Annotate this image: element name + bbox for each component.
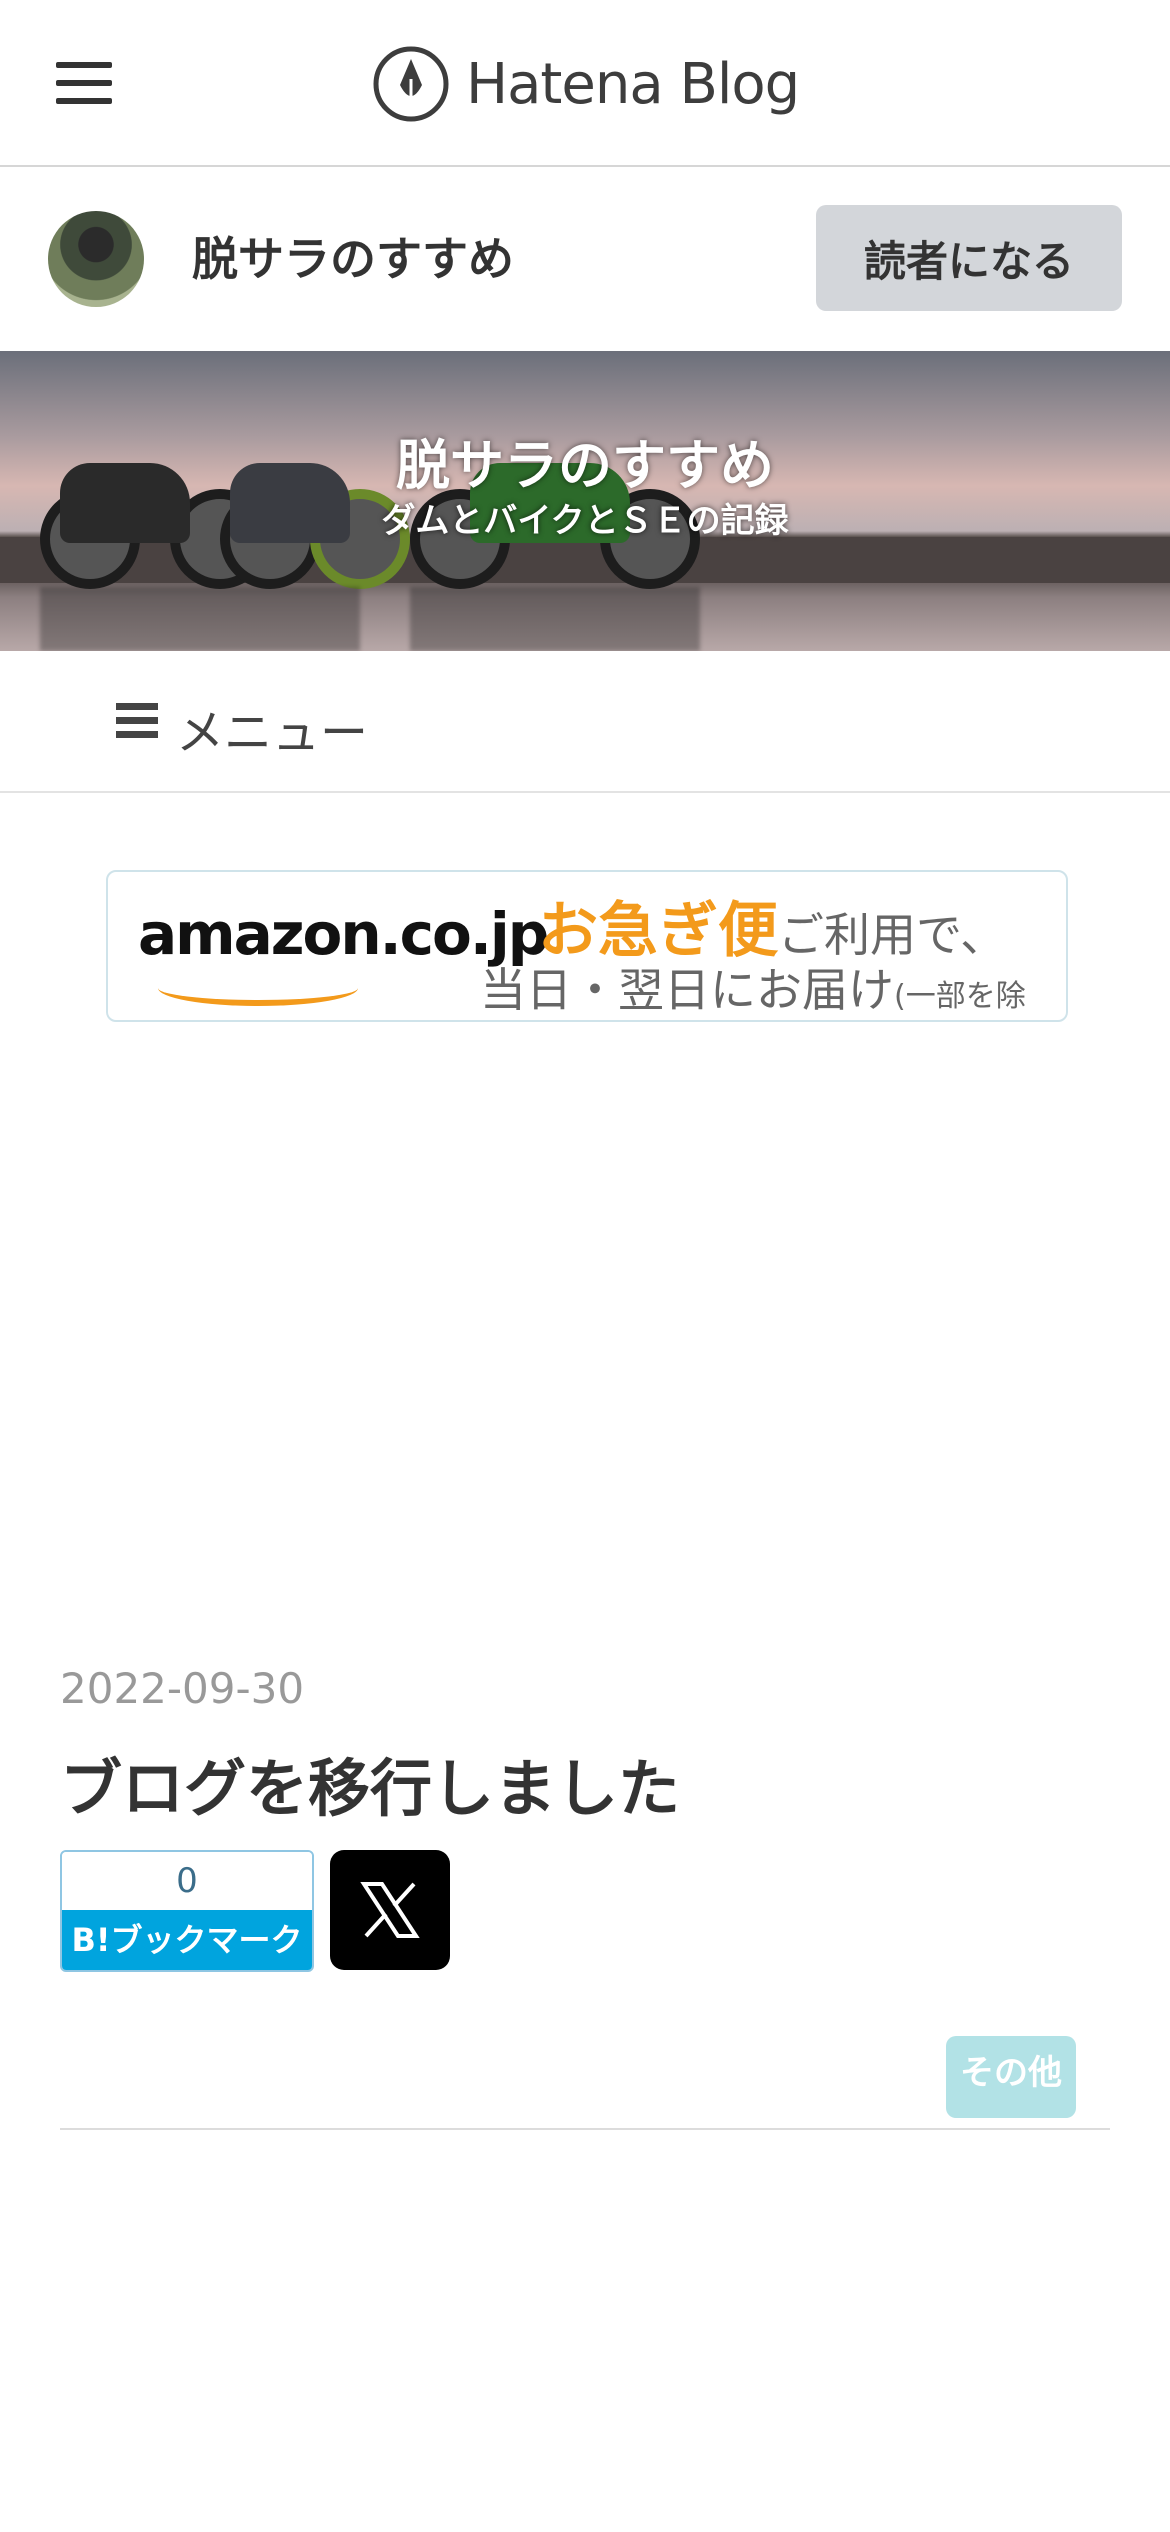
hatena-bookmark-button[interactable]: 0 B!ブックマーク [60,1850,314,1972]
bookmark-count: 0 [62,1852,312,1910]
subscribe-button[interactable]: 読者になる [816,205,1122,311]
menu-toggle[interactable]: メニュー [0,651,1170,793]
x-share-button[interactable] [330,1850,450,1970]
blog-name[interactable]: 脱サラのすすめ [192,223,514,289]
blog-bar: 脱サラのすすめ 読者になる [0,167,1170,351]
top-app-bar: Hatena Blog [0,0,1170,167]
ad-line2: 当日・翌日にお届け(一部を除く) [480,963,1026,1017]
x-logo-icon [360,1882,420,1938]
hero-reflection [410,587,700,651]
hatena-blog-logo[interactable]: Hatena Blog [372,44,800,124]
category-tag[interactable]: その他 [946,2036,1076,2118]
post-date[interactable]: 2022-09-30 [60,1664,304,1713]
menu-label: メニュー [176,705,369,761]
bookmark-label: B!ブックマーク [62,1910,312,1970]
hero-reflection [40,587,360,651]
hamburger-menu-icon[interactable] [56,62,112,106]
hatena-pen-icon [373,46,449,122]
avatar[interactable] [48,211,144,307]
amazon-ad-banner[interactable]: amazon.co.jp お急ぎ便ご利用で、 当日・翌日にお届け(一部を除く) [106,870,1068,1022]
hero-title: 脱サラのすすめ [396,434,774,497]
hero-subtitle: ダムとバイクとＳＥの記録 [381,501,789,541]
divider [60,2128,1110,2130]
blog-header-image[interactable]: 脱サラのすすめ ダムとバイクとＳＥの記録 [0,351,1170,651]
logo-text: Hatena Blog [466,51,800,117]
menu-list-icon [116,703,158,745]
amazon-smile-icon [158,970,358,1006]
post-title[interactable]: ブログを移行しました [60,1738,680,1828]
